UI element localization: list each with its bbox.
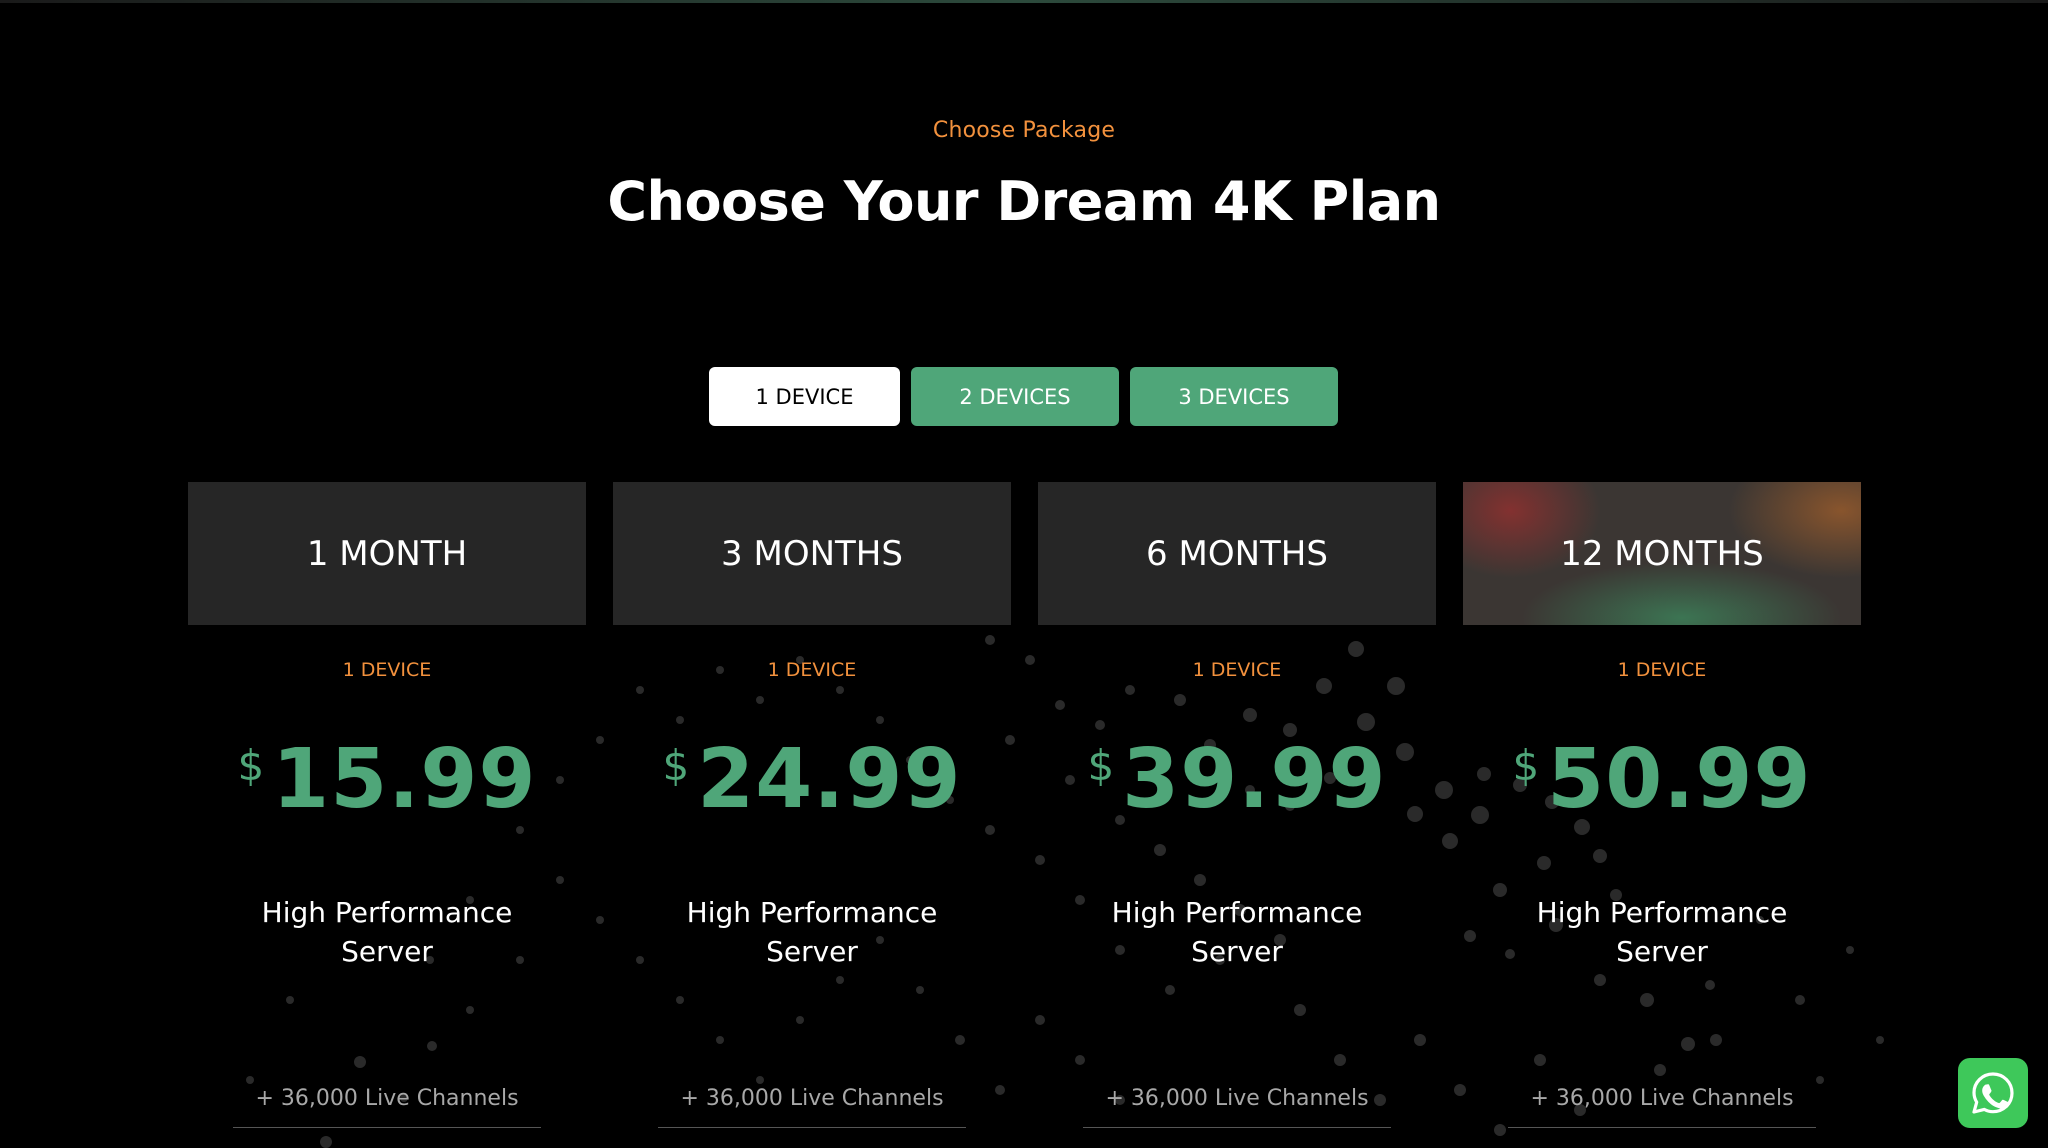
plan-feature: High Performance Server: [613, 893, 1011, 971]
divider: [233, 1127, 541, 1128]
price-amount: 50.99: [1547, 732, 1812, 827]
whatsapp-icon: [1972, 1072, 2014, 1114]
plan-duration: 1 MONTH: [188, 482, 586, 625]
page-title: Choose Your Dream 4K Plan: [607, 170, 1441, 233]
plan-price: $39.99: [1038, 739, 1436, 821]
divider: [658, 1127, 966, 1128]
feature-line: High Performance: [686, 896, 938, 929]
plan-price: $24.99: [613, 739, 1011, 821]
price-amount: 15.99: [272, 732, 537, 827]
plan-channels: + 36,000 Live Channels: [680, 1086, 944, 1111]
plan-device-count: 1 DEVICE: [1617, 659, 1707, 681]
plan-duration: 12 MONTHS: [1463, 482, 1861, 625]
plan-device-count: 1 DEVICE: [767, 659, 857, 681]
tab-2-devices[interactable]: 2 DEVICES: [911, 367, 1119, 426]
feature-line: High Performance: [261, 896, 513, 929]
plan-feature: High Performance Server: [188, 893, 586, 971]
plan-feature: High Performance Server: [1038, 893, 1436, 971]
price-amount: 39.99: [1122, 732, 1387, 827]
plan-card-6-months[interactable]: 6 MONTHS 1 DEVICE $39.99 High Performanc…: [1038, 482, 1436, 1148]
feature-line: Server: [341, 935, 433, 968]
tab-1-device[interactable]: 1 DEVICE: [709, 367, 900, 426]
currency-symbol: $: [1512, 741, 1540, 790]
plan-feature: High Performance Server: [1463, 893, 1861, 971]
feature-line: High Performance: [1536, 896, 1788, 929]
feature-line: Server: [766, 935, 858, 968]
plan-channels: + 36,000 Live Channels: [1530, 1086, 1794, 1111]
currency-symbol: $: [1087, 741, 1115, 790]
plan-card-1-month[interactable]: 1 MONTH 1 DEVICE $15.99 High Performance…: [188, 482, 586, 1148]
plan-device-count: 1 DEVICE: [1192, 659, 1282, 681]
plan-duration: 6 MONTHS: [1038, 482, 1436, 625]
whatsapp-button[interactable]: [1958, 1058, 2028, 1128]
feature-line: Server: [1616, 935, 1708, 968]
price-amount: 24.99: [697, 732, 962, 827]
currency-symbol: $: [662, 741, 690, 790]
top-accent-line: [0, 0, 2048, 3]
divider: [1508, 1127, 1816, 1128]
device-tabs: 1 DEVICE 2 DEVICES 3 DEVICES: [709, 367, 1338, 426]
plan-channels: + 36,000 Live Channels: [1105, 1086, 1369, 1111]
section-eyebrow: Choose Package: [932, 118, 1116, 143]
plan-device-count: 1 DEVICE: [342, 659, 432, 681]
plan-price: $50.99: [1463, 739, 1861, 821]
currency-symbol: $: [237, 741, 265, 790]
plan-card-3-months[interactable]: 3 MONTHS 1 DEVICE $24.99 High Performanc…: [613, 482, 1011, 1148]
divider: [1083, 1127, 1391, 1128]
tab-3-devices[interactable]: 3 DEVICES: [1130, 367, 1338, 426]
plan-channels: + 36,000 Live Channels: [255, 1086, 519, 1111]
plan-duration: 3 MONTHS: [613, 482, 1011, 625]
plan-price: $15.99: [188, 739, 586, 821]
plan-card-12-months[interactable]: 12 MONTHS 1 DEVICE $50.99 High Performan…: [1463, 482, 1861, 1148]
feature-line: High Performance: [1111, 896, 1363, 929]
feature-line: Server: [1191, 935, 1283, 968]
